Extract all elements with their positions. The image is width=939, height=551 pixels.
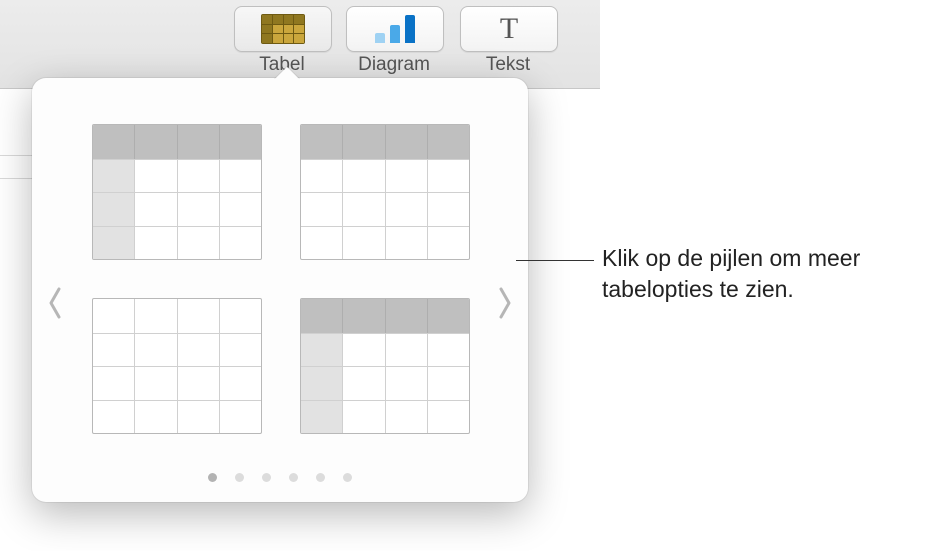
tekst-button-label: Tekst <box>460 54 556 76</box>
table-style-preview <box>300 124 470 260</box>
page-dot[interactable] <box>343 473 352 482</box>
chevron-right-icon <box>496 286 514 320</box>
chart-icon <box>375 15 415 43</box>
table-style-option[interactable] <box>300 124 468 258</box>
table-style-preview <box>300 298 470 434</box>
next-page-button[interactable] <box>490 278 520 328</box>
page-dot[interactable] <box>235 473 244 482</box>
popover-arrow <box>274 65 300 79</box>
table-style-grid <box>92 124 468 432</box>
page-dot[interactable] <box>262 473 271 482</box>
ruler-line <box>0 178 35 179</box>
chevron-left-icon <box>46 286 64 320</box>
page-dot[interactable] <box>316 473 325 482</box>
page-dot[interactable] <box>289 473 298 482</box>
text-icon: T <box>500 12 518 46</box>
table-style-option[interactable] <box>300 298 468 432</box>
page-indicator <box>32 473 528 482</box>
ruler-line <box>0 155 35 156</box>
table-style-option[interactable] <box>92 298 260 432</box>
table-style-option[interactable] <box>92 124 260 258</box>
previous-page-button[interactable] <box>40 278 70 328</box>
callout-text: Klik op de pijlen om meer tabelopties te… <box>602 243 932 305</box>
diagram-button[interactable] <box>346 6 444 52</box>
page-dot[interactable] <box>208 473 217 482</box>
tekst-button[interactable]: T <box>460 6 558 52</box>
table-style-preview <box>92 124 262 260</box>
tabel-button[interactable] <box>234 6 332 52</box>
diagram-button-label: Diagram <box>346 54 442 76</box>
table-style-popover <box>32 78 528 502</box>
table-style-preview <box>92 298 262 434</box>
table-icon <box>261 14 305 44</box>
callout-leader-line <box>516 260 594 261</box>
